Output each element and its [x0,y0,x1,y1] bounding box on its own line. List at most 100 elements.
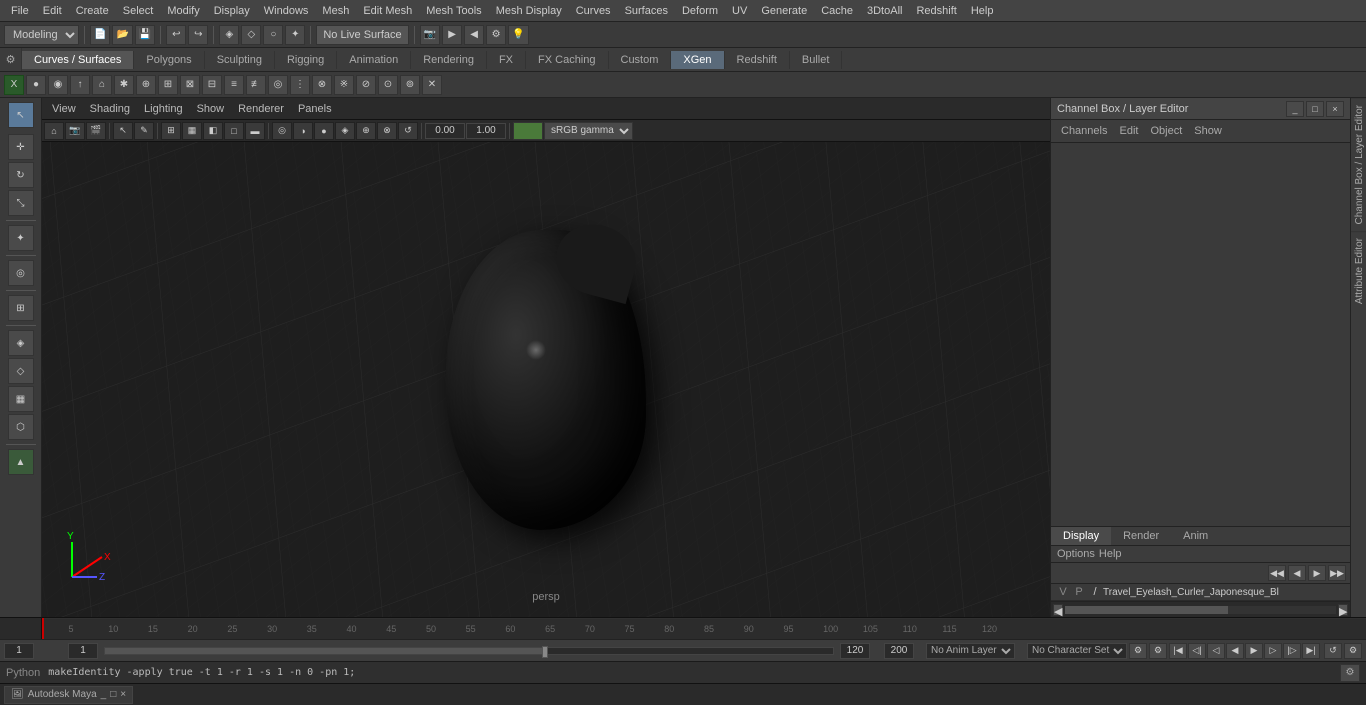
current-frame-input[interactable] [4,643,34,659]
rp-maximize-btn[interactable]: □ [1306,101,1324,117]
undo-btn[interactable]: ↩ [166,25,186,45]
menu-help[interactable]: Help [964,3,1001,19]
select-by-hierarchy-btn[interactable]: ◈ [219,25,239,45]
tab-rigging[interactable]: Rigging [275,51,337,69]
vp-wire-btn[interactable]: ◎ [272,122,292,140]
tab-rendering[interactable]: Rendering [411,51,487,69]
menu-surfaces[interactable]: Surfaces [618,3,675,19]
xg-btn-14[interactable]: ⋮ [290,75,310,95]
anim-layer-select[interactable]: No Anim Layer [926,643,1015,659]
timeline-ruler[interactable]: 5 10 15 20 25 30 35 40 45 50 55 60 65 70… [42,618,1366,639]
menu-3dtoall[interactable]: 3DtoAll [860,3,909,19]
ch-menu-object[interactable]: Object [1146,124,1186,138]
vp-home-btn[interactable]: ⌂ [44,122,64,140]
xg-btn-9[interactable]: ⊠ [180,75,200,95]
tab-settings-btn[interactable]: ⚙ [0,48,22,71]
xg-btn-19[interactable]: ⊚ [400,75,420,95]
menu-edit[interactable]: Edit [36,3,69,19]
menu-file[interactable]: File [4,3,36,19]
vp-menu-panels[interactable]: Panels [292,101,338,117]
pb-next-key-btn[interactable]: |▷ [1283,643,1301,659]
no-live-surface-btn[interactable]: No Live Surface [316,25,408,45]
tab-fx[interactable]: FX [487,51,526,69]
xg-btn-16[interactable]: ※ [334,75,354,95]
vp-refresh-btn[interactable]: ↺ [398,122,418,140]
vp-gate-btn[interactable]: ◧ [203,122,223,140]
menu-mesh-tools[interactable]: Mesh Tools [419,3,488,19]
vp-menu-view[interactable]: View [46,101,82,117]
new-file-btn[interactable]: 📄 [90,25,110,45]
tab-curves-surfaces[interactable]: Curves / Surfaces [22,51,134,69]
vp-xray-btn[interactable]: ⊕ [356,122,376,140]
pb-next-frame-btn[interactable]: ▷ [1264,643,1282,659]
render-settings-btn[interactable]: ⚙ [486,25,506,45]
mini-window-item[interactable]: 🖼 Autodesk Maya _ □ × [4,686,133,704]
pb-end-btn[interactable]: ▶| [1302,643,1320,659]
menu-display[interactable]: Display [207,3,257,19]
redo-btn[interactable]: ↪ [188,25,208,45]
tool-extra-2[interactable]: ◇ [8,358,34,384]
vp-camera-btn[interactable]: 📷 [65,122,85,140]
scrollbar-track[interactable] [1065,606,1336,614]
tab-bullet[interactable]: Bullet [790,51,843,69]
pb-play-back-btn[interactable]: ◀ [1226,643,1244,659]
vp-grid-btn[interactable]: ⊞ [161,122,181,140]
vp-flat-btn[interactable]: ● [314,122,334,140]
xg-btn-2[interactable]: ● [26,75,46,95]
xg-btn-17[interactable]: ⊘ [356,75,376,95]
xg-btn-11[interactable]: ≡ [224,75,244,95]
ch-menu-channels[interactable]: Channels [1057,124,1111,138]
timeline-range[interactable] [104,647,834,655]
pb-prev-frame-btn[interactable]: ◁ [1207,643,1225,659]
range-end-input[interactable] [840,643,870,659]
vp-safe-btn[interactable]: □ [224,122,244,140]
vp-transform-input[interactable] [425,123,465,139]
paint-select-btn[interactable]: ✦ [285,25,305,45]
layer-row[interactable]: V P / Travel_Eyelash_Curler_Japonesque_B… [1051,584,1350,601]
xg-btn-6[interactable]: ✱ [114,75,134,95]
xg-btn-7[interactable]: ⊕ [136,75,156,95]
xg-btn-10[interactable]: ⊟ [202,75,222,95]
vp-menu-lighting[interactable]: Lighting [138,101,189,117]
xg-btn-18[interactable]: ⊙ [378,75,398,95]
layer-next-btn[interactable]: ▶ [1308,565,1326,581]
xg-btn-8[interactable]: ⊞ [158,75,178,95]
menu-mesh-display[interactable]: Mesh Display [489,3,569,19]
tab-sculpting[interactable]: Sculpting [205,51,275,69]
mini-window-close[interactable]: × [120,689,126,700]
viewport-canvas[interactable]: X Y Z [42,142,1050,617]
timeline-handle[interactable] [542,646,548,658]
menu-redshift[interactable]: Redshift [909,3,963,19]
vp-select-btn[interactable]: ↖ [113,122,133,140]
scale-tool-btn[interactable]: ⤡ [8,190,34,216]
vert-tab-attribute-editor[interactable]: Attribute Editor [1351,231,1366,310]
select-by-component-btn[interactable]: ◇ [241,25,261,45]
layer-help-menu[interactable]: Help [1099,548,1122,560]
layer-next2-btn[interactable]: ▶▶ [1328,565,1346,581]
layer-tab-render[interactable]: Render [1111,527,1171,545]
timeline[interactable]: 5 10 15 20 25 30 35 40 45 50 55 60 65 70… [0,617,1366,639]
select-tool-btn[interactable]: ↖ [8,102,34,128]
char-set-select[interactable]: No Character Set [1027,643,1127,659]
char-set-btn-1[interactable]: ⚙ [1129,643,1147,659]
ch-menu-edit[interactable]: Edit [1115,124,1142,138]
vp-paint-btn[interactable]: ✎ [134,122,154,140]
tool-extra-1[interactable]: ◈ [8,330,34,356]
3d-object[interactable] [421,210,671,550]
camera-btn[interactable]: 📷 [420,25,440,45]
menu-cache[interactable]: Cache [814,3,860,19]
vp-film-btn[interactable]: ▦ [182,122,202,140]
menu-windows[interactable]: Windows [257,3,316,19]
char-set-btn-2[interactable]: ⚙ [1149,643,1167,659]
menu-create[interactable]: Create [69,3,116,19]
vp-scale-input[interactable] [466,123,506,139]
vp-hud-btn[interactable]: ▬ [245,122,265,140]
xg-btn-1[interactable]: X [4,75,24,95]
tool-extra-4[interactable]: ⬡ [8,414,34,440]
mini-window-maximize[interactable]: □ [110,689,116,700]
scrollbar-left-btn[interactable]: ◀ [1053,604,1063,616]
scrollbar-right-btn[interactable]: ▶ [1338,604,1348,616]
menu-select[interactable]: Select [116,3,161,19]
menu-mesh[interactable]: Mesh [315,3,356,19]
range-max-input[interactable] [884,643,914,659]
